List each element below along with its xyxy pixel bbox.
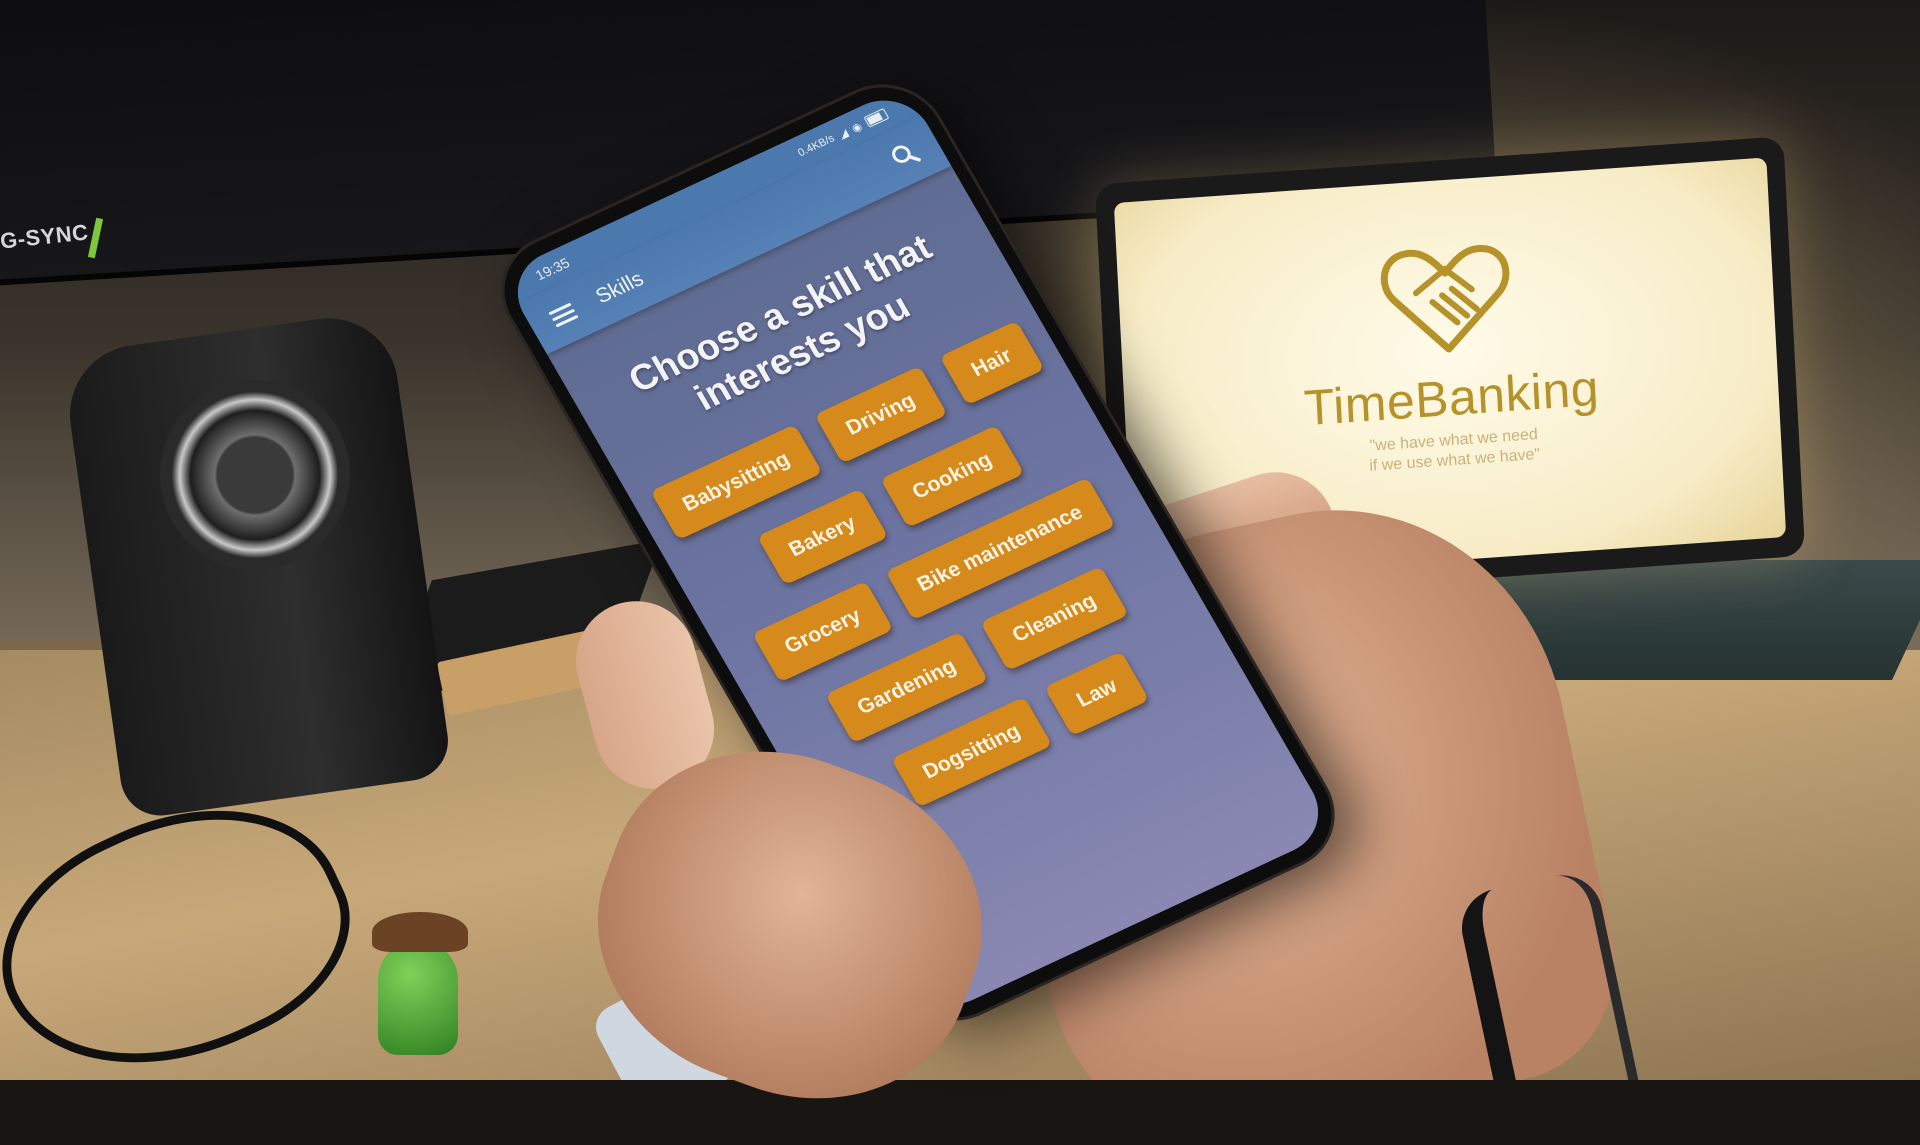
status-time: 19:35	[532, 254, 573, 284]
cactus-hat	[372, 912, 468, 952]
skill-chip-hair[interactable]: Hair	[939, 320, 1045, 406]
net-speed: 0.4KB/s	[795, 132, 837, 160]
handshake-heart-icon	[1380, 245, 1510, 353]
cactus-figurine	[378, 940, 458, 1055]
skill-chip-driving[interactable]: Driving	[813, 365, 948, 464]
skill-chip-bakery[interactable]: Bakery	[756, 488, 889, 586]
skill-chip-law[interactable]: Law	[1044, 651, 1150, 736]
wifi-icon: ◉	[849, 120, 865, 135]
skill-chip-cleaning[interactable]: Cleaning	[980, 566, 1129, 671]
tagline: "we have what we need if we use what we …	[1368, 425, 1541, 477]
skill-chip-cooking[interactable]: Cooking	[880, 424, 1025, 528]
signal-icon: ◢	[836, 126, 851, 141]
menu-icon[interactable]	[548, 302, 579, 328]
timebanking-brand: TimeBanking	[1302, 359, 1601, 437]
battery-icon	[863, 107, 890, 128]
skill-chip-grocery[interactable]: Grocery	[752, 580, 894, 683]
speaker-driver	[160, 380, 350, 570]
